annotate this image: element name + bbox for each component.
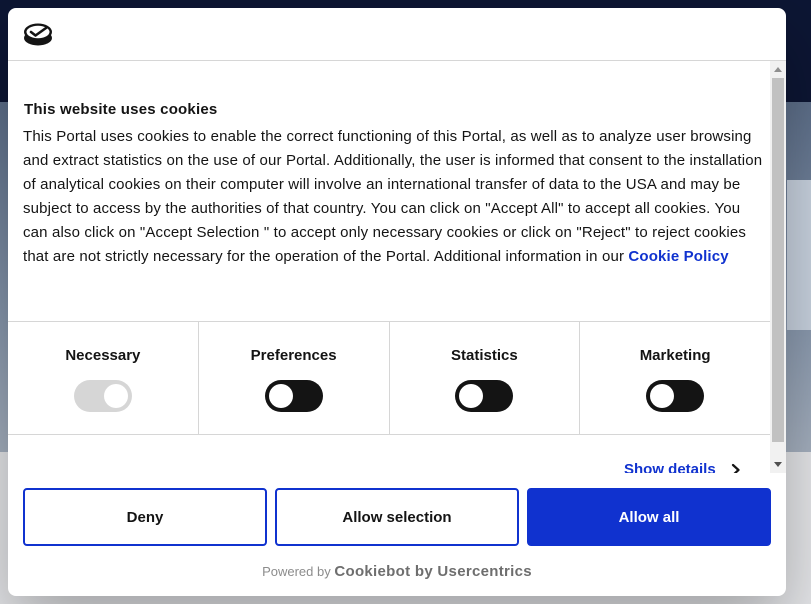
- content-scrollbar[interactable]: [770, 61, 786, 473]
- dialog-title: This website uses cookies: [24, 101, 218, 118]
- marketing-toggle[interactable]: [646, 380, 705, 412]
- category-preferences: Preferences: [199, 322, 390, 434]
- allow-selection-button[interactable]: Allow selection: [275, 488, 519, 546]
- show-details-label: Show details: [624, 461, 716, 473]
- triangle-up-icon: [774, 67, 782, 72]
- necessary-toggle: [73, 380, 132, 412]
- category-label: Necessary: [65, 347, 141, 364]
- show-details-link[interactable]: Show details: [624, 461, 742, 473]
- dialog-content: This website uses cookies This Portal us…: [8, 61, 770, 473]
- statistics-toggle[interactable]: [455, 380, 514, 412]
- scroll-down-arrow[interactable]: [770, 457, 786, 473]
- consent-buttons: Deny Allow selection Allow all: [23, 488, 771, 546]
- dialog-description: This Portal uses cookies to enable the c…: [23, 125, 763, 269]
- toggle-knob: [268, 384, 293, 408]
- toggle-knob: [103, 384, 128, 408]
- chevron-right-icon: [731, 463, 740, 473]
- category-label: Statistics: [451, 347, 518, 364]
- toggle-knob: [459, 384, 484, 408]
- cookiebot-brand-link[interactable]: Cookiebot by Usercentrics: [334, 563, 532, 580]
- preferences-toggle[interactable]: [264, 380, 323, 412]
- category-statistics: Statistics: [390, 322, 581, 434]
- cookiebot-logo-icon: [24, 23, 52, 46]
- cookie-consent-dialog: This website uses cookies This Portal us…: [8, 8, 786, 596]
- scroll-thumb[interactable]: [772, 78, 784, 442]
- triangle-down-icon: [774, 462, 782, 467]
- category-label: Marketing: [639, 347, 711, 364]
- consent-categories: Necessary Preferences Statistics Marketi…: [8, 321, 770, 435]
- cookie-policy-link[interactable]: Cookie Policy: [628, 248, 728, 265]
- allow-all-button[interactable]: Allow all: [527, 488, 771, 546]
- deny-button[interactable]: Deny: [23, 488, 267, 546]
- powered-by-label: Powered by: [262, 564, 331, 579]
- powered-by-footer: Powered by Cookiebot by Usercentrics: [8, 563, 786, 580]
- background-image-strip: [787, 180, 811, 330]
- description-text: This Portal uses cookies to enable the c…: [23, 128, 763, 265]
- toggle-knob: [650, 384, 675, 408]
- category-necessary: Necessary: [8, 322, 199, 434]
- category-marketing: Marketing: [580, 322, 770, 434]
- category-label: Preferences: [250, 347, 337, 364]
- scroll-up-arrow[interactable]: [770, 61, 786, 77]
- dialog-header: [8, 8, 786, 61]
